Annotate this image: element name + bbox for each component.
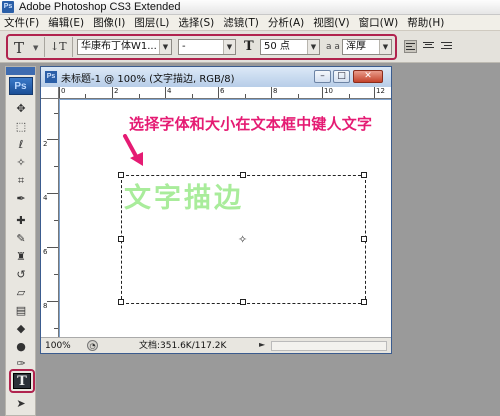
clone-stamp-tool-icon[interactable]: ♜ <box>11 248 31 266</box>
photoshop-logo-icon: Ps <box>45 71 57 83</box>
menu-filter[interactable]: 滤镜(T) <box>223 15 259 30</box>
chevron-down-icon[interactable]: ▼ <box>223 40 235 54</box>
blur-tool-icon[interactable]: ◆ <box>11 320 31 338</box>
ruler-label: 12 <box>376 87 385 95</box>
resize-handle[interactable] <box>118 299 124 305</box>
eraser-tool-icon[interactable]: ▱ <box>11 284 31 302</box>
menu-select[interactable]: 选择(S) <box>178 15 214 30</box>
tool-preset-picker[interactable]: T <box>14 39 24 57</box>
photoshop-logo-icon[interactable]: Ps <box>8 77 33 95</box>
font-family-value: 华康布丁体W1... <box>81 41 157 52</box>
toolbox-grip[interactable] <box>6 67 35 75</box>
path-select-tool-icon[interactable]: ➤ <box>11 395 31 413</box>
font-style-select[interactable]: - ▼ <box>178 39 236 55</box>
menu-window[interactable]: 窗口(W) <box>359 15 399 30</box>
app-titlebar: Ps Adobe Photoshop CS3 Extended <box>0 0 500 15</box>
menu-image[interactable]: 图像(I) <box>93 15 125 30</box>
photoshop-logo-icon: Ps <box>2 1 14 13</box>
brush-tool-icon[interactable]: ✎ <box>11 230 31 248</box>
document-titlebar[interactable]: Ps 未标题-1 @ 100% (文字描边, RGB/8) – □ ✕ <box>41 67 391 87</box>
maximize-button[interactable]: □ <box>333 70 350 83</box>
menu-help[interactable]: 帮助(H) <box>407 15 444 30</box>
font-style-value: - <box>182 41 186 52</box>
chevron-down-icon[interactable]: ▼ <box>307 40 319 54</box>
ruler-label: 4 <box>167 87 172 95</box>
antialias-value: 浑厚 <box>346 41 366 52</box>
resize-handle[interactable] <box>361 299 367 305</box>
marquee-tool-icon[interactable]: ⬚ <box>11 118 31 136</box>
eyedropper-tool-icon[interactable]: ✒ <box>11 190 31 208</box>
document-canvas[interactable]: 选择字体和大小在文本框中键人文字 文字描边 ✧ <box>60 100 391 337</box>
menu-edit[interactable]: 编辑(E) <box>48 15 84 30</box>
resize-handle[interactable] <box>240 299 246 305</box>
status-menu-arrow-icon[interactable]: ► <box>259 340 265 349</box>
status-bar: 100% ◔ 文档:351.6K/117.2K ► <box>41 337 391 353</box>
move-tool-icon[interactable]: ✥ <box>11 100 31 118</box>
align-center-icon[interactable] <box>422 40 435 53</box>
minimize-button[interactable]: – <box>314 70 331 83</box>
lasso-tool-icon[interactable]: ℓ <box>11 136 31 154</box>
toolbox-panel: Ps ✥ ⬚ ℓ ✧ ⌗ ✒ ✚ ✎ ♜ ↺ ▱ ▤ ◆ ● ✑ T ➤ <box>5 66 36 416</box>
zoom-field[interactable]: 100% <box>45 340 81 352</box>
ruler-label: 4 <box>43 194 48 202</box>
ruler-vertical[interactable]: 2 4 6 8 <box>41 99 59 337</box>
align-right-icon[interactable] <box>440 40 453 53</box>
divider <box>44 37 45 57</box>
ruler-origin[interactable] <box>41 87 59 99</box>
font-size-value: 50 点 <box>264 41 290 52</box>
menu-layer[interactable]: 图层(L) <box>134 15 169 30</box>
document-info: 文档:351.6K/117.2K <box>139 341 227 351</box>
crop-tool-icon[interactable]: ⌗ <box>11 172 31 190</box>
horizontal-scrollbar[interactable] <box>271 341 387 351</box>
healing-brush-tool-icon[interactable]: ✚ <box>11 212 31 230</box>
close-button[interactable]: ✕ <box>353 70 383 83</box>
app-title: Adobe Photoshop CS3 Extended <box>19 1 181 13</box>
text-tool-icon[interactable]: T <box>13 373 31 389</box>
ruler-horizontal[interactable]: 0 2 4 6 8 10 12 <box>59 87 391 99</box>
magic-wand-tool-icon[interactable]: ✧ <box>11 154 31 172</box>
menu-analysis[interactable]: 分析(A) <box>268 15 304 30</box>
history-brush-tool-icon[interactable]: ↺ <box>11 266 31 284</box>
ruler-label: 0 <box>61 87 66 95</box>
antialias-select[interactable]: 浑厚 ▼ <box>342 39 392 55</box>
ruler-label: 8 <box>43 302 48 310</box>
ruler-label: 6 <box>43 248 48 256</box>
document-title: 未标题-1 @ 100% (文字描边, RGB/8) <box>61 73 235 85</box>
sample-text-layer[interactable]: 文字描边 <box>124 176 244 215</box>
arrow-icon <box>123 134 143 166</box>
chevron-down-icon[interactable]: ▼ <box>379 40 391 54</box>
menu-bar: 文件(F) 编辑(E) 图像(I) 图层(L) 选择(S) 滤镜(T) 分析(A… <box>0 15 500 31</box>
ruler-label: 10 <box>324 87 333 95</box>
menu-view[interactable]: 视图(V) <box>313 15 349 30</box>
options-bar: T ▼ ↓T 华康布丁体W1... ▼ - ▼ T 50 点 ▼ a a 浑厚 … <box>0 31 500 63</box>
annotation-text: 选择字体和大小在文本框中键人文字 <box>129 115 373 133</box>
font-size-select[interactable]: 50 点 ▼ <box>260 39 320 55</box>
font-size-icon: T <box>244 39 254 54</box>
resize-handle[interactable] <box>361 236 367 242</box>
ruler-label: 6 <box>220 87 225 95</box>
menu-file[interactable]: 文件(F) <box>4 15 39 30</box>
status-info-icon[interactable]: ◔ <box>87 340 98 351</box>
divider <box>72 37 73 57</box>
gradient-tool-icon[interactable]: ▤ <box>11 302 31 320</box>
resize-handle[interactable] <box>361 172 367 178</box>
antialias-icon: a a <box>326 42 340 52</box>
ruler-label: 2 <box>43 140 48 148</box>
chevron-down-icon[interactable]: ▼ <box>159 40 171 54</box>
reference-point-icon: ✧ <box>238 233 248 246</box>
dodge-tool-icon[interactable]: ● <box>11 338 31 356</box>
document-window: Ps 未标题-1 @ 100% (文字描边, RGB/8) – □ ✕ 0 2 … <box>40 66 392 354</box>
align-left-icon[interactable] <box>404 40 417 53</box>
ruler-label: 8 <box>273 87 278 95</box>
text-orientation-button[interactable]: ↓T <box>50 40 67 54</box>
chevron-down-icon[interactable]: ▼ <box>33 44 38 52</box>
ruler-label: 2 <box>114 87 119 95</box>
font-family-select[interactable]: 华康布丁体W1... ▼ <box>77 39 172 55</box>
resize-handle[interactable] <box>118 236 124 242</box>
